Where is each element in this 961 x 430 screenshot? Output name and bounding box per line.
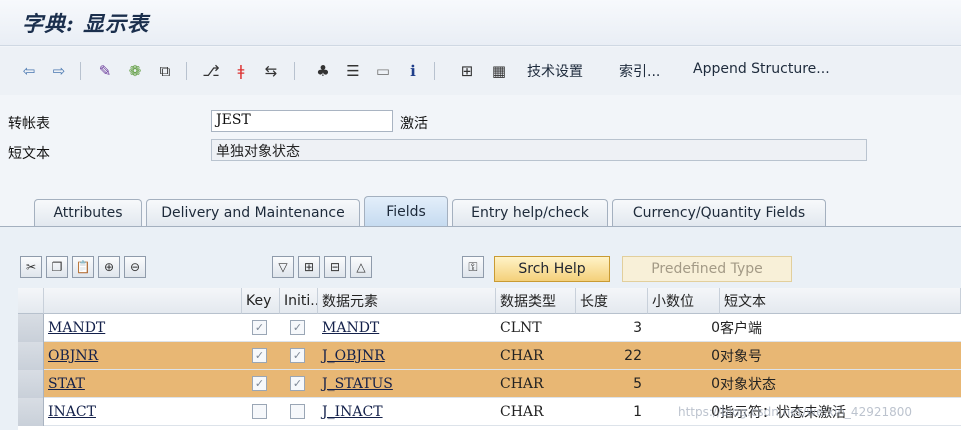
short-text: 对象号 [720,349,762,365]
key-checkbox: ✓ [252,348,267,363]
initial-checkbox [290,404,305,419]
initial-checkbox: ✓ [290,376,305,391]
row-selector[interactable] [18,370,44,398]
select-all-header[interactable] [18,288,44,314]
navigate-icon[interactable]: ⇆ [260,60,282,82]
row-selector[interactable] [18,342,44,370]
tech-settings-button[interactable]: 技术设置 [527,61,583,81]
window-icon[interactable]: ▭ [372,60,394,82]
field-name[interactable]: STAT [44,370,242,398]
key-column-header[interactable]: Key [242,288,280,314]
length: 22 [624,348,642,364]
info-icon[interactable]: ℹ [402,60,424,82]
key-checkbox [252,404,267,419]
data-element[interactable]: MANDT [318,314,496,342]
tab-delivery-maintenance[interactable]: Delivery and Maintenance [146,199,360,226]
move-up-icon[interactable]: △ [350,256,372,278]
move-down-icon[interactable]: ▽ [272,256,294,278]
data-element[interactable]: J_STATUS [318,370,496,398]
short-text: 客户端 [720,321,762,337]
length: 1 [633,404,642,420]
data-type: CHAR [500,404,544,420]
watermark: https://blog.csdn.net/weixin_42921800 [678,405,913,419]
initial-column-header[interactable]: Initi... [280,288,318,314]
delete-row-icon[interactable]: ⊖ [124,256,146,278]
data-type: CHAR [500,376,544,392]
length: 3 [633,320,642,336]
key-checkbox: ✓ [252,320,267,335]
title-bar: 字典: 显示表 [0,0,961,46]
short-text-label: 短文本 [8,146,50,162]
where-used-icon[interactable]: ⎇ [200,60,222,82]
cut-icon[interactable]: ✂ [20,256,42,278]
toolbar-separator [294,62,295,80]
other-object-icon[interactable]: ⧉ [154,60,176,82]
row-selector[interactable] [18,398,44,426]
tab-entry-help-check[interactable]: Entry help/check [452,199,608,226]
insert-row-icon[interactable]: ⊕ [98,256,120,278]
tab-attributes[interactable]: Attributes [34,199,142,226]
paste-icon[interactable]: 📋 [72,256,94,278]
row-selector[interactable] [18,314,44,342]
table-row[interactable]: STAT ✓ ✓ J_STATUS CHAR 5 0 对象状态 [18,370,961,398]
data-element[interactable]: J_INACT [318,398,496,426]
collapse-icon[interactable]: ⊟ [324,256,346,278]
check-icon[interactable]: ǂ [230,60,252,82]
initial-checkbox: ✓ [290,348,305,363]
length-column-header[interactable]: 长度 [576,288,648,314]
table-name-field[interactable]: JEST [211,110,393,132]
table-row[interactable]: OBJNR ✓ ✓ J_OBJNR CHAR 22 0 对象号 [18,342,961,370]
expand-icon[interactable]: ⊞ [298,256,320,278]
short-text-column-header[interactable]: 短文本 [720,288,961,314]
activate-icon[interactable]: ❁ [124,60,146,82]
initial-checkbox: ✓ [290,320,305,335]
tab-currency-quantity-fields[interactable]: Currency/Quantity Fields [612,199,826,226]
data-type-column-header[interactable]: 数据类型 [496,288,576,314]
length: 5 [633,376,642,392]
tabstrip: Attributes Delivery and Maintenance Fiel… [0,196,961,226]
short-text-field[interactable]: 单独对象状态 [211,139,867,161]
toolbar-separator [80,62,81,80]
decimals: 0 [711,320,720,336]
table-icon[interactable]: ▦ [488,60,510,82]
edit-pencil-icon[interactable]: ✎ [94,60,116,82]
stack-icon[interactable]: ☰ [342,60,364,82]
field-name[interactable]: MANDT [44,314,242,342]
decimals: 0 [711,376,720,392]
data-element-column-header[interactable]: 数据元素 [318,288,496,314]
forward-arrow-icon[interactable]: ⇨ [48,60,70,82]
short-text: 对象状态 [720,377,776,393]
key-help-icon[interactable]: ⚿ [462,256,484,278]
hierarchy-icon[interactable]: ♣ [312,60,334,82]
toolbar-separator [186,62,187,80]
key-checkbox: ✓ [252,376,267,391]
field-name[interactable]: INACT [44,398,242,426]
field-column-header[interactable] [44,288,242,314]
field-name[interactable]: OBJNR [44,342,242,370]
structure-icon[interactable]: ⊞ [456,60,478,82]
data-type: CLNT [500,320,542,336]
table-name-label: 转帐表 [8,116,50,132]
page-title: 字典: 显示表 [22,11,150,36]
application-toolbar: ⇦ ⇨ ✎ ❁ ⧉ ⎇ ǂ ⇆ ♣ ☰ ▭ ℹ ⊞ ▦ 技术设置 索引... A… [0,47,961,95]
copy-icon[interactable]: ❐ [46,256,68,278]
data-type: CHAR [500,348,544,364]
table-row[interactable]: MANDT ✓ ✓ MANDT CLNT 3 0 客户端 [18,314,961,342]
tab-fields[interactable]: Fields [364,196,448,226]
search-help-button[interactable]: Srch Help [494,256,610,282]
toolbar-separator [434,62,435,80]
append-structure-button[interactable]: Append Structure... [693,61,830,77]
back-arrow-icon[interactable]: ⇦ [18,60,40,82]
predefined-type-button: Predefined Type [622,256,792,282]
activation-status: 激活 [400,116,428,132]
decimals-column-header[interactable]: 小数位 [648,288,720,314]
data-element[interactable]: J_OBJNR [318,342,496,370]
decimals: 0 [711,348,720,364]
index-button[interactable]: 索引... [619,61,660,81]
